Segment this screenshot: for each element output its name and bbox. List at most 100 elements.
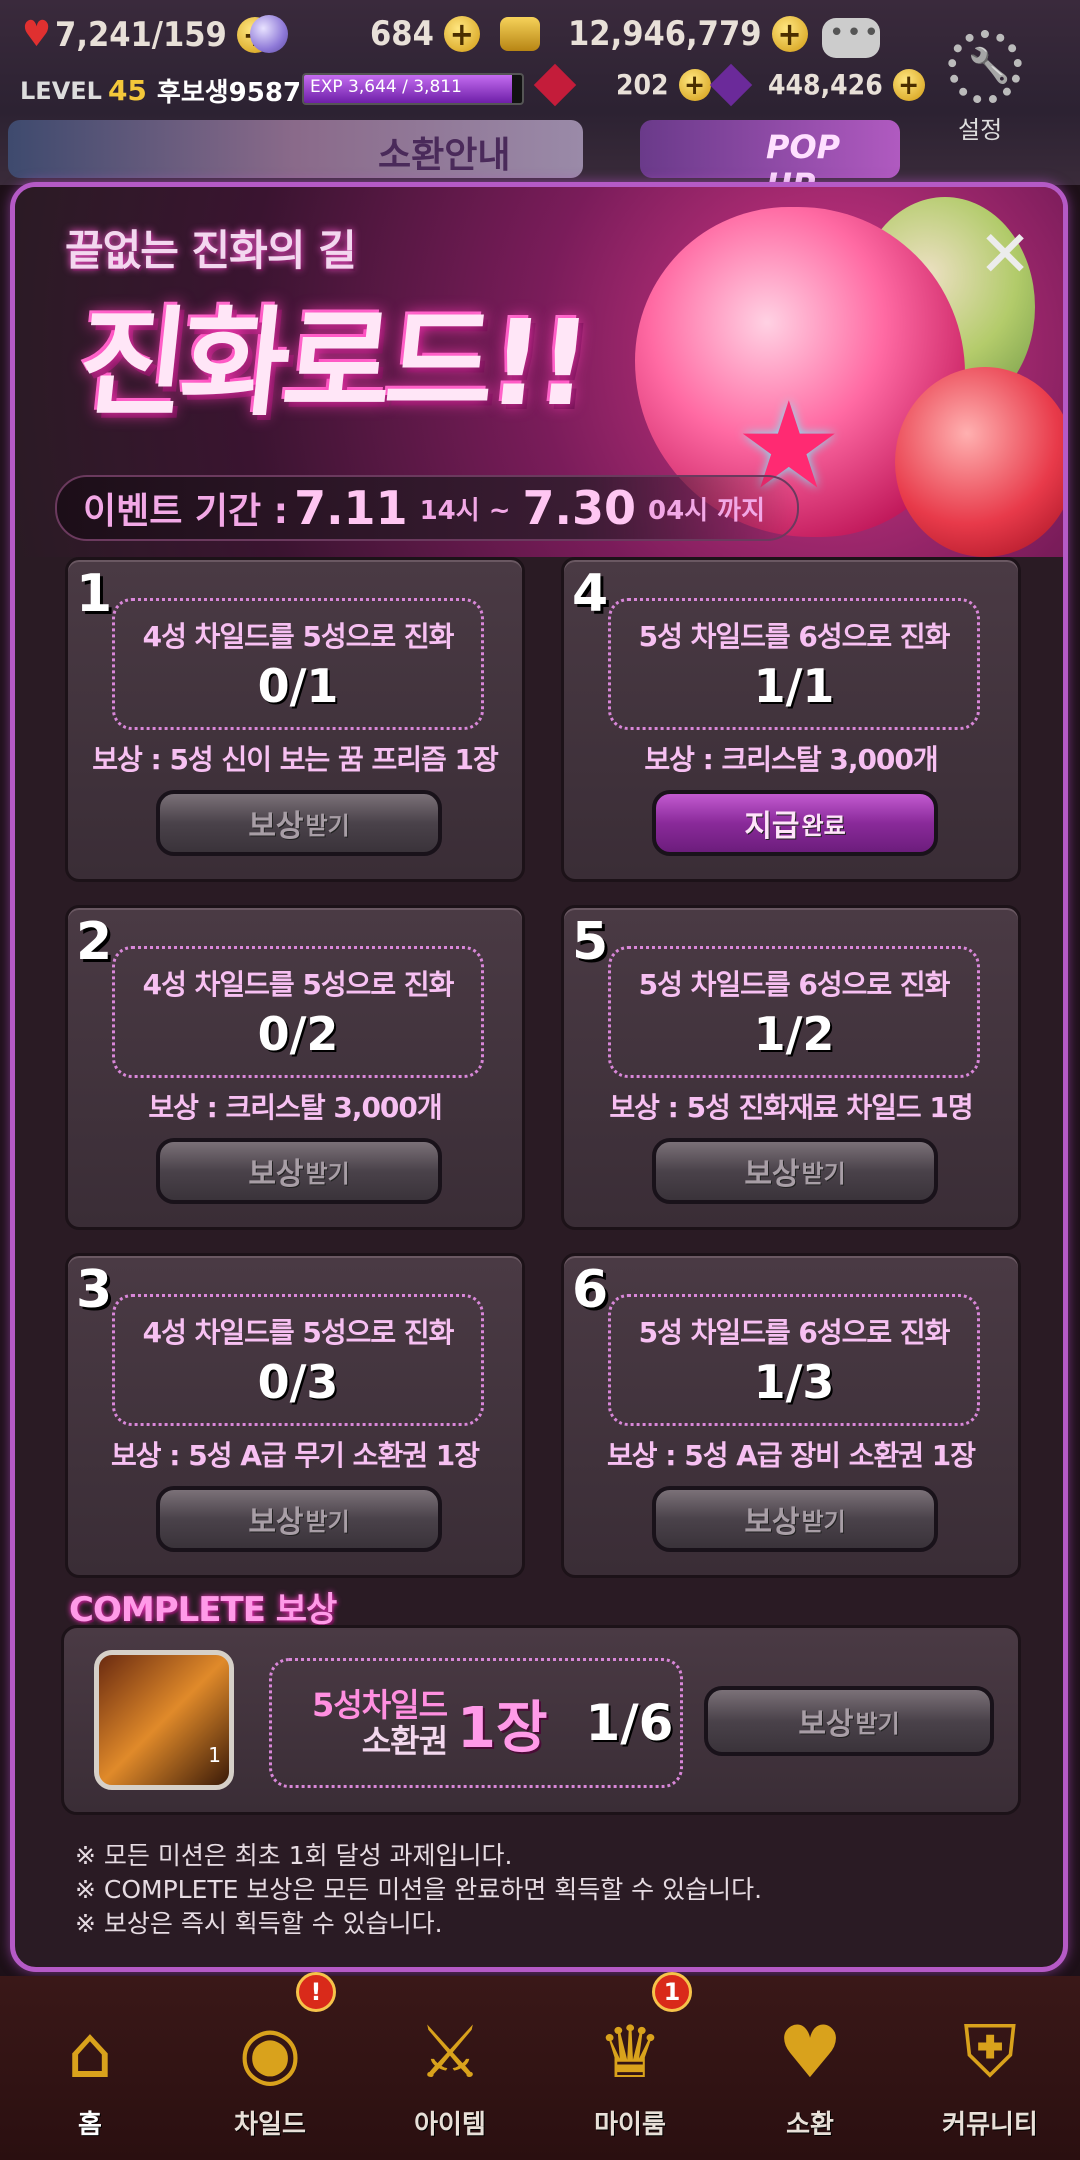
level-label: LEVEL (20, 76, 102, 105)
nav-label: 소환 (786, 2110, 834, 2140)
mission-number: 6 (572, 1260, 609, 1320)
heart-icon: ♥ (22, 14, 52, 55)
mission-progress: 0/3 (257, 1355, 339, 1409)
amethyst-icon (709, 63, 753, 106)
mission-card: 1 4성 차일드를 5성으로 진화 0/1 보상 : 5성 신이 보는 꿈 프리즘 1… (65, 557, 525, 882)
mission-card: 2 4성 차일드를 5성으로 진화 0/2 보상 : 크리스탈 3,000개 보상 받기 (65, 905, 525, 1230)
amethyst-display: 448,426 + (709, 63, 925, 106)
claim-reward-button[interactable]: 보상 받기 (652, 1138, 938, 1204)
nav-label: 홈 (78, 2110, 102, 2140)
amethyst-value: 448,426 (768, 68, 883, 101)
nav-label: 아이템 (414, 2110, 486, 2140)
period-start: 7.11 (294, 481, 408, 535)
nav-label: 차일드 (234, 2110, 306, 2140)
nav-summon[interactable]: ♥ 소환 (720, 1976, 900, 2160)
child-icon: ◉ (238, 2010, 302, 2094)
mission-description: 4성 차일드를 5성으로 진화 (142, 968, 455, 1001)
mission-card: 6 5성 차일드를 6성으로 진화 1/3 보상 : 5성 A급 장비 소환권 1장 보… (561, 1253, 1021, 1578)
stamina-value: 7,241/159 (55, 14, 227, 55)
complete-reward-panel: 1 5성차일드 소환권 1장 1/6 보상 받기 (61, 1625, 1021, 1815)
period-start-time: 14시 ~ (419, 495, 511, 526)
mission-progress: 0/2 (257, 1007, 339, 1061)
settings-gear-icon[interactable] (948, 30, 1022, 104)
evolution-road-event-modal: ★ 끝없는 진화의 길 진화로드!! ✕ 이벤트 기간 : 7.11 14시 ~… (10, 182, 1068, 1972)
button-main-label: 보상 (248, 1157, 304, 1192)
complete-claim-sub: 받기 (855, 1709, 900, 1738)
mission-objective-box: 4성 차일드를 5성으로 진화 0/3 (112, 1294, 484, 1426)
mission-description: 4성 차일드를 5성으로 진화 (142, 1316, 455, 1349)
complete-reward-box: 5성차일드 소환권 1장 1/6 (269, 1658, 683, 1788)
period-end: 7.30 (522, 481, 637, 535)
ruby-display: 202 + (533, 63, 711, 106)
button-sub-label: 받기 (801, 1159, 846, 1188)
red-slime-image (895, 367, 1063, 557)
claim-reward-button[interactable]: 보상 받기 (156, 1138, 442, 1204)
mission-description: 5성 차일드를 6성으로 진화 (638, 968, 951, 1001)
mission-progress: 1/1 (753, 659, 835, 713)
complete-progress: 1/6 (585, 1694, 674, 1752)
claim-reward-button[interactable]: 보상 받기 (156, 790, 442, 856)
community-icon: ⛨ (962, 2009, 1017, 2093)
exp-text: EXP 3,644 / 3,811 (310, 77, 462, 97)
chat-icon[interactable] (822, 18, 881, 58)
event-title: 진화로드!! (71, 294, 593, 432)
button-sub-label: 받기 (305, 1507, 350, 1536)
nav-home[interactable]: ⌂ 홈 (0, 1976, 180, 2160)
complete-claim-main: 보상 (798, 1707, 854, 1742)
complete-claim-button[interactable]: 보상 받기 (704, 1686, 994, 1756)
popup-store-banner[interactable]: POP UP (640, 120, 900, 204)
mission-card: 5 5성 차일드를 6성으로 진화 1/2 보상 : 5성 진화재료 차일드 1명보상… (561, 905, 1021, 1230)
add-amethyst-button[interactable]: + (892, 68, 925, 101)
mission-number: 4 (572, 564, 609, 624)
close-icon[interactable]: ✕ (975, 223, 1035, 287)
complete-reward-name: 5성차일드 소환권 (312, 1686, 448, 1759)
complete-reward-qty: 1장 (457, 1695, 548, 1761)
event-notes: ※ 모든 미션은 최초 1회 달성 과제입니다. ※ COMPLETE 보상은 … (75, 1839, 762, 1941)
mission-card: 4 5성 차일드를 6성으로 진화 1/1 보상 : 크리스탈 3,000개 지급 완료 (561, 557, 1021, 882)
nav-label: 커뮤니티 (942, 2110, 1038, 2140)
nav-badge: 1 (652, 1972, 692, 2012)
mission-reward: 보상 : 5성 A급 무기 소환권 1장 (111, 1439, 480, 1472)
claim-reward-button[interactable]: 보상 받기 (156, 1486, 442, 1552)
mission-reward: 보상 : 5성 진화재료 차일드 1명 (609, 1091, 973, 1124)
reward-claimed-button[interactable]: 지급 완료 (652, 790, 938, 856)
complete-reward-label: COMPLETE 보상 (69, 1590, 337, 1630)
settings-label[interactable]: 설정 (958, 110, 1002, 145)
add-crystal-button[interactable]: + (443, 16, 480, 52)
mission-progress: 0/1 (257, 659, 339, 713)
claim-reward-button[interactable]: 보상 받기 (652, 1486, 938, 1552)
period-end-time: 04시 까지 (648, 495, 766, 526)
summon-guide-banner[interactable]: 소환안내 (8, 120, 583, 178)
mission-description: 5성 차일드를 6성으로 진화 (638, 620, 951, 653)
button-sub-label: 받기 (305, 1159, 350, 1188)
nav-community[interactable]: ⛨ 커뮤니티 (900, 1976, 1080, 2160)
button-main-label: 지급 (744, 809, 800, 844)
mission-objective-box: 5성 차일드를 6성으로 진화 1/3 (608, 1294, 980, 1426)
add-gold-button[interactable]: + (771, 16, 808, 52)
gold-display: 12,946,779 + (500, 14, 808, 54)
home-icon: ⌂ (67, 2010, 113, 2094)
item-icon: ⚔ (417, 2010, 483, 2094)
crystal-value: 684 (370, 14, 434, 54)
note-line: ※ 보상은 즉시 획득할 수 있습니다. (75, 1909, 443, 1938)
add-ruby-button[interactable]: + (678, 68, 711, 101)
mission-number: 2 (76, 912, 113, 972)
mission-number: 5 (572, 912, 609, 972)
stamina-display: ♥ 7,241/159 + (22, 14, 273, 55)
note-line: ※ 모든 미션은 최초 1회 달성 과제입니다. (75, 1841, 513, 1870)
gold-value: 12,946,779 (568, 14, 762, 54)
nav-child[interactable]: ! ◉ 차일드 (180, 1972, 360, 2160)
mission-objective-box: 4성 차일드를 5성으로 진화 0/2 (112, 946, 484, 1078)
summon-icon: ♥ (777, 2010, 843, 2094)
mission-reward: 보상 : 5성 신이 보는 꿈 프리즘 1장 (92, 743, 499, 776)
nav-item[interactable]: ⚔ 아이템 (360, 1976, 540, 2160)
event-period: 이벤트 기간 : 7.11 14시 ~ 7.30 04시 까지 (55, 475, 800, 541)
nav-myroom[interactable]: 1 ♛ 마이룸 (540, 1972, 720, 2160)
status-bar: ♥ 7,241/159 + 684 + 12,946,779 + 설정 LEVE… (0, 0, 1080, 204)
level-value: 45 (107, 74, 147, 107)
button-sub-label: 받기 (305, 811, 350, 840)
event-hero-banner: ★ 끝없는 진화의 길 진화로드!! ✕ 이벤트 기간 : 7.11 14시 ~… (15, 187, 1063, 557)
exp-bar: EXP 3,644 / 3,811 (302, 73, 524, 105)
complete-reward-name-line1: 5성차일드 (312, 1686, 448, 1724)
mission-objective-box: 5성 차일드를 6성으로 진화 1/2 (608, 946, 980, 1078)
